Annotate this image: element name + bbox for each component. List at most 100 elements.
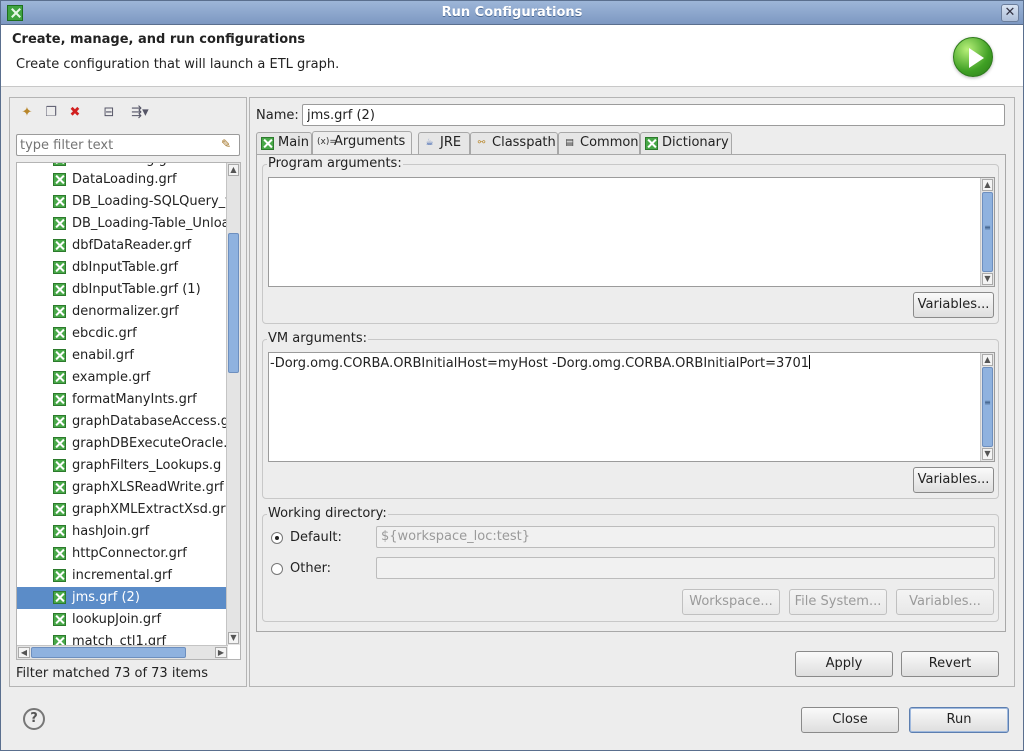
graph-icon bbox=[53, 591, 66, 604]
graph-icon bbox=[53, 239, 66, 252]
list-item[interactable]: enabil.grf bbox=[47, 345, 231, 367]
list-item[interactable]: DB_Loading-SQLQuery_f bbox=[47, 191, 231, 213]
run-banner-icon bbox=[953, 37, 993, 77]
arguments-icon: (x)= bbox=[317, 137, 337, 147]
run-configurations-dialog: Run Configurations ✕ Create, manage, and… bbox=[0, 0, 1024, 751]
list-item[interactable]: formatManyInts.grf bbox=[47, 389, 231, 411]
filter-status: Filter matched 73 of 73 items bbox=[16, 666, 208, 681]
other-label: Other: bbox=[290, 561, 332, 576]
working-directory-group: Working directory: Default: ${workspace_… bbox=[262, 506, 999, 622]
other-directory-field[interactable] bbox=[376, 557, 995, 579]
scroll-thumb[interactable] bbox=[228, 233, 239, 373]
list-item[interactable]: denormalizer.grf bbox=[47, 301, 231, 323]
vm-arguments-scrollbar[interactable]: ▲ ≡ ▼ bbox=[980, 353, 994, 461]
other-radio[interactable] bbox=[271, 563, 283, 575]
program-arguments-group: Program arguments: ▲ ≡ ▼ Variables... bbox=[262, 156, 999, 324]
vm-variables-button[interactable]: Variables... bbox=[913, 467, 994, 493]
dialog-header: Create, manage, and run configurations C… bbox=[1, 25, 1023, 87]
scroll-thumb[interactable] bbox=[31, 647, 186, 658]
graph-icon bbox=[53, 305, 66, 318]
program-arguments-scrollbar[interactable]: ▲ ≡ ▼ bbox=[980, 178, 994, 286]
tab-arguments[interactable]: (x)= Arguments bbox=[312, 131, 412, 154]
window-close-button[interactable]: ✕ bbox=[1001, 4, 1019, 22]
tab-jre[interactable]: ☕ JRE bbox=[418, 132, 470, 154]
jre-icon: ☕ bbox=[425, 138, 434, 148]
graph-icon bbox=[53, 327, 66, 340]
list-item[interactable]: ebcdic.grf bbox=[47, 323, 231, 345]
default-label: Default: bbox=[290, 530, 342, 545]
list-item[interactable]: graphDBExecuteOracle. bbox=[47, 433, 231, 455]
text-caret bbox=[809, 355, 811, 369]
list-item[interactable]: hashJoin.grf bbox=[47, 521, 231, 543]
new-configuration-icon[interactable]: ✦ bbox=[18, 104, 36, 122]
apply-button[interactable]: Apply bbox=[795, 651, 893, 677]
scroll-right-icon[interactable]: ▶ bbox=[215, 647, 227, 658]
graph-icon bbox=[53, 547, 66, 560]
list-item[interactable]: graphFilters_Lookups.g bbox=[47, 455, 231, 477]
tab-dictionary[interactable]: Dictionary bbox=[640, 132, 732, 154]
graph-icon bbox=[53, 481, 66, 494]
list-item[interactable]: httpConnector.grf bbox=[47, 543, 231, 565]
graph-icon bbox=[53, 503, 66, 516]
tab-classpath[interactable]: ⚯ Classpath bbox=[470, 132, 558, 154]
list-item[interactable]: DB_Loading-Table_Unloa bbox=[47, 213, 231, 235]
program-arguments-field[interactable]: ▲ ≡ ▼ bbox=[268, 177, 995, 287]
tree-horizontal-scrollbar[interactable]: ◀ ▶ bbox=[17, 645, 228, 659]
file-system-button[interactable]: File System... bbox=[789, 589, 887, 615]
scroll-down-icon[interactable]: ▼ bbox=[228, 632, 239, 644]
list-item[interactable]: dbInputTable.grf (1) bbox=[47, 279, 231, 301]
program-arguments-label: Program arguments: bbox=[267, 156, 403, 171]
configuration-list-pane: ✦ ❐ ✖ ⊟ ⇶▾ ✎ DataLoading.grf DataLoading… bbox=[9, 97, 247, 687]
close-button[interactable]: Close bbox=[801, 707, 899, 733]
configuration-tree: DataLoading.grf DataLoading.grf DB_Loadi… bbox=[16, 162, 241, 660]
list-item[interactable]: dbInputTable.grf bbox=[47, 257, 231, 279]
tab-main[interactable]: Main bbox=[256, 132, 312, 154]
list-item-selected[interactable]: jms.grf (2) bbox=[17, 587, 227, 609]
collapse-all-icon[interactable]: ⊟ bbox=[100, 104, 118, 122]
graph-icon bbox=[53, 173, 66, 186]
run-button[interactable]: Run bbox=[909, 707, 1009, 733]
default-radio[interactable] bbox=[271, 532, 283, 544]
filter-field[interactable]: ✎ bbox=[16, 134, 240, 156]
clear-filter-icon[interactable]: ✎ bbox=[221, 137, 235, 153]
program-variables-button[interactable]: Variables... bbox=[913, 292, 994, 318]
header-subtitle: Create configuration that will launch a … bbox=[16, 57, 340, 72]
common-icon: ▤ bbox=[565, 138, 574, 148]
help-icon[interactable]: ? bbox=[23, 708, 45, 730]
scroll-left-icon[interactable]: ◀ bbox=[18, 647, 30, 658]
graph-icon bbox=[53, 349, 66, 362]
list-item[interactable]: DataLoading.grf bbox=[47, 169, 231, 191]
scroll-up-icon[interactable]: ▲ bbox=[228, 164, 239, 176]
name-field[interactable] bbox=[302, 104, 1005, 126]
graph-icon bbox=[53, 569, 66, 582]
list-item[interactable]: incremental.grf bbox=[47, 565, 231, 587]
classpath-icon: ⚯ bbox=[477, 138, 486, 148]
filter-menu-icon[interactable]: ⇶▾ bbox=[126, 104, 154, 122]
scroll-up-icon[interactable]: ▲ bbox=[982, 354, 993, 366]
arguments-panel: Program arguments: ▲ ≡ ▼ Variables... VM… bbox=[256, 154, 1006, 632]
workdir-variables-button[interactable]: Variables... bbox=[896, 589, 994, 615]
list-item[interactable]: graphXMLExtractXsd.gr bbox=[47, 499, 231, 521]
default-directory-field[interactable]: ${workspace_loc:test} bbox=[376, 526, 995, 548]
graph-icon bbox=[53, 459, 66, 472]
list-item[interactable]: lookupJoin.grf bbox=[47, 609, 231, 631]
revert-button[interactable]: Revert bbox=[901, 651, 999, 677]
tree-vertical-scrollbar[interactable]: ▲ ▼ bbox=[226, 163, 240, 645]
graph-icon bbox=[53, 195, 66, 208]
scroll-thumb[interactable]: ≡ bbox=[982, 192, 993, 272]
scroll-thumb[interactable]: ≡ bbox=[982, 367, 993, 447]
duplicate-icon[interactable]: ❐ bbox=[42, 104, 60, 122]
scroll-down-icon[interactable]: ▼ bbox=[982, 448, 993, 460]
list-item[interactable]: graphDatabaseAccess.g bbox=[47, 411, 231, 433]
list-item[interactable]: dbfDataReader.grf bbox=[47, 235, 231, 257]
workspace-button[interactable]: Workspace... bbox=[682, 589, 780, 615]
scroll-down-icon[interactable]: ▼ bbox=[982, 273, 993, 285]
list-item[interactable]: example.grf bbox=[47, 367, 231, 389]
scroll-up-icon[interactable]: ▲ bbox=[982, 179, 993, 191]
working-directory-label: Working directory: bbox=[267, 506, 388, 521]
list-item[interactable]: graphXLSReadWrite.grf bbox=[47, 477, 231, 499]
tab-common[interactable]: ▤ Common bbox=[558, 132, 640, 154]
delete-icon[interactable]: ✖ bbox=[66, 104, 84, 122]
vm-arguments-field[interactable]: -Dorg.omg.CORBA.ORBInitialHost=myHost -D… bbox=[268, 352, 995, 462]
filter-input[interactable] bbox=[20, 137, 216, 154]
